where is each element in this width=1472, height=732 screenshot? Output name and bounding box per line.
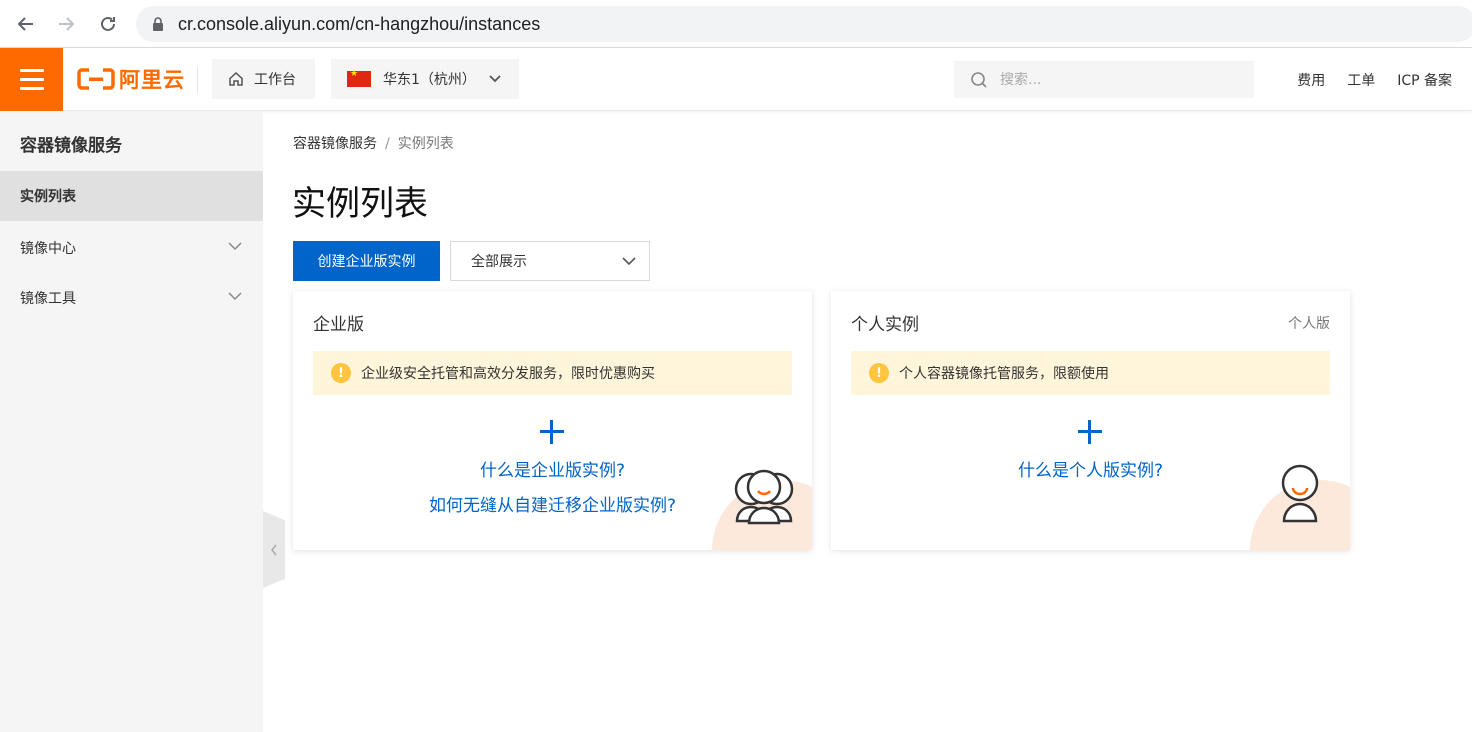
card-title: 企业版 [313, 315, 364, 335]
topbar-divider [197, 67, 198, 93]
sidebar-collapse-handle[interactable] [263, 511, 285, 588]
display-filter-value: 全部展示 [471, 254, 527, 270]
breadcrumb-root[interactable]: 容器镜像服务 [293, 136, 377, 152]
hamburger-icon-line [19, 78, 44, 81]
sidebar-title: 容器镜像服务 [20, 136, 122, 156]
lock-icon [153, 17, 163, 31]
arrow-right-icon [59, 17, 75, 31]
arrow-left-icon [17, 17, 33, 31]
search-box[interactable] [954, 61, 1254, 98]
search-icon [971, 71, 987, 88]
browser-toolbar: cr.console.aliyun.com/cn-hangzhou/instan… [0, 0, 1472, 48]
icp-link[interactable]: ICP 备案 [1397, 70, 1452, 90]
chevron-left-icon [271, 544, 277, 555]
workbench-button[interactable]: 工作台 [212, 59, 315, 99]
sidebar: 容器镜像服务 实例列表 镜像中心 镜像工具 [0, 111, 263, 732]
plus-icon[interactable] [1075, 417, 1105, 447]
hamburger-icon-line [19, 87, 44, 90]
single-user-icon [1281, 464, 1319, 523]
create-enterprise-instance-button[interactable]: 创建企业版实例 [293, 241, 440, 281]
page-title: 实例列表 [292, 184, 428, 224]
chevron-down-icon [622, 257, 636, 266]
search-input[interactable] [1000, 71, 1230, 88]
forward-button[interactable] [52, 10, 80, 38]
billing-link[interactable]: 费用 [1297, 70, 1325, 90]
notice-text: 个人容器镜像托管服务，限额使用 [899, 366, 1109, 382]
chevron-down-icon [228, 242, 242, 251]
chevron-down-icon [228, 292, 242, 301]
what-is-personal-link[interactable]: 什么是个人版实例? [831, 456, 1350, 481]
display-filter-select[interactable]: 全部展示 [450, 241, 650, 281]
card-notice: ! 个人容器镜像托管服务，限额使用 [851, 351, 1330, 395]
sidebar-item-image-tools[interactable]: 镜像工具 [0, 273, 263, 323]
hamburger-menu-button[interactable] [0, 48, 63, 111]
url-text: cr.console.aliyun.com/cn-hangzhou/instan… [178, 14, 541, 34]
hamburger-icon [19, 69, 44, 72]
plus-icon[interactable] [537, 417, 567, 447]
reload-button[interactable] [94, 10, 122, 38]
notice-text: 企业级安全托管和高效分发服务，限时优惠购买 [361, 366, 655, 382]
reload-icon [101, 16, 115, 31]
group-users-icon [734, 469, 794, 525]
china-flag-icon [347, 69, 371, 87]
warning-icon: ! [331, 363, 351, 383]
sidebar-item-label: 镜像工具 [20, 291, 76, 307]
personal-card: 个人实例 个人版 ! 个人容器镜像托管服务，限额使用 什么是个人版实例? [831, 291, 1350, 550]
aliyun-logo[interactable]: 阿里云 [77, 65, 185, 93]
breadcrumb: 容器镜像服务 / 实例列表 [293, 133, 454, 153]
workbench-label: 工作台 [254, 72, 296, 88]
address-bar[interactable]: cr.console.aliyun.com/cn-hangzhou/instan… [136, 6, 1472, 42]
card-tag: 个人版 [1288, 316, 1330, 332]
top-links: 费用 工单 ICP 备案 [1297, 48, 1452, 111]
console-topbar: 阿里云 工作台 华东1（杭州） 费用 工单 ICP 备案 [0, 48, 1472, 111]
breadcrumb-current: 实例列表 [397, 136, 454, 152]
ticket-link[interactable]: 工单 [1347, 70, 1375, 90]
back-button[interactable] [12, 10, 40, 38]
aliyun-logo-icon [77, 68, 115, 90]
region-selector[interactable]: 华东1（杭州） [331, 59, 519, 99]
sidebar-item-image-center[interactable]: 镜像中心 [0, 223, 263, 273]
card-title: 个人实例 [851, 315, 919, 335]
sidebar-item-label: 镜像中心 [20, 241, 76, 257]
logo-text: 阿里云 [119, 68, 185, 92]
card-notice: ! 企业级安全托管和高效分发服务，限时优惠购买 [313, 351, 792, 395]
breadcrumb-separator: / [385, 136, 390, 152]
sidebar-item-instances[interactable]: 实例列表 [0, 171, 263, 221]
enterprise-card: 企业版 ! 企业级安全托管和高效分发服务，限时优惠购买 什么是企业版实例? 如何… [293, 291, 812, 550]
region-label: 华东1（杭州） [383, 72, 476, 88]
home-icon [229, 71, 243, 86]
chevron-down-icon [489, 75, 501, 83]
sidebar-item-label: 实例列表 [20, 189, 76, 205]
warning-icon: ! [869, 363, 889, 383]
